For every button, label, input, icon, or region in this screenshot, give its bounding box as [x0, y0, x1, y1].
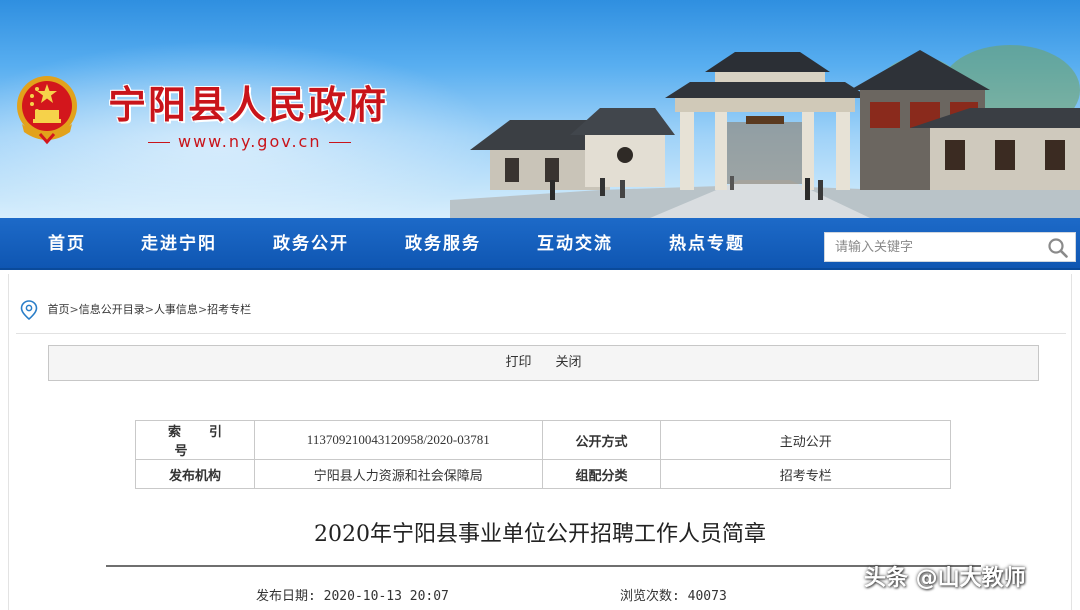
- location-pin-icon: [20, 300, 38, 320]
- close-button[interactable]: 关闭: [556, 355, 582, 370]
- breadcrumb-divider: [16, 333, 1066, 334]
- header-banner: 宁阳县人民政府 www.ny.gov.cn: [0, 0, 1080, 218]
- nav-item-gov-service[interactable]: 政务服务: [405, 218, 481, 270]
- publish-method-value: 主动公开: [660, 420, 951, 460]
- breadcrumb-personnel-info[interactable]: 人事信息: [154, 303, 198, 316]
- site-url: www.ny.gov.cn: [140, 132, 359, 151]
- meta-info-table: 索引号 113709210043120958/2020-03781 公开方式 主…: [135, 420, 951, 489]
- view-count-value: 40073: [687, 589, 727, 604]
- ancient-street-scene-image: [450, 45, 1080, 218]
- watermark: 头条 @山大教师: [864, 566, 1026, 591]
- breadcrumb-separator: >: [197, 303, 208, 316]
- publisher-label: 发布机构: [135, 459, 255, 489]
- search-icon[interactable]: [1047, 237, 1069, 259]
- title-divider: [106, 565, 981, 567]
- view-count-label: 浏览次数:: [620, 589, 680, 604]
- publish-date-info: 发布日期: 2020-10-13 20:07: [256, 585, 449, 604]
- category-label: 组配分类: [541, 459, 662, 489]
- index-value: 113709210043120958/2020-03781: [253, 420, 543, 460]
- publish-date-value: 2020-10-13 20:07: [323, 589, 449, 604]
- breadcrumb-home[interactable]: 首页: [48, 303, 70, 316]
- action-bar: 打印 关闭: [48, 345, 1039, 381]
- print-button[interactable]: 打印: [505, 355, 531, 370]
- publisher-value: 宁阳县人力资源和社会保障局: [253, 459, 543, 489]
- nav-item-topics[interactable]: 热点专题: [669, 218, 745, 270]
- site-title[interactable]: 宁阳县人民政府: [108, 74, 388, 129]
- nav-item-gov-info[interactable]: 政务公开: [273, 218, 349, 270]
- publish-date-label: 发布日期:: [256, 589, 316, 604]
- search-input[interactable]: [825, 233, 1035, 261]
- breadcrumb-separator: >: [144, 303, 154, 316]
- article-title: 2020年宁阳县事业单位公开招聘工作人员简章: [314, 522, 766, 547]
- search-box: [824, 232, 1076, 262]
- table-row: 发布机构 宁阳县人力资源和社会保障局 组配分类 招考专栏: [135, 459, 951, 489]
- national-emblem-icon: [17, 76, 77, 145]
- category-value: 招考专栏: [660, 459, 951, 489]
- breadcrumb-info-catalog[interactable]: 信息公开目录: [79, 303, 145, 316]
- table-row: 索引号 113709210043120958/2020-03781 公开方式 主…: [135, 420, 951, 460]
- breadcrumb: 首页>信息公开目录>人事信息>招考专栏: [20, 298, 251, 322]
- nav-item-interaction[interactable]: 互动交流: [537, 218, 613, 270]
- main-nav: 首页 走进宁阳 政务公开 政务服务 互动交流 热点专题: [0, 218, 1080, 270]
- index-label: 索引号: [135, 420, 255, 460]
- view-count-info: 浏览次数: 40073: [620, 585, 727, 604]
- breadcrumb-separator: >: [69, 303, 79, 316]
- breadcrumb-recruitment[interactable]: 招考专栏: [207, 303, 251, 316]
- publish-method-label: 公开方式: [541, 420, 662, 460]
- nav-item-about[interactable]: 走进宁阳: [141, 218, 217, 270]
- nav-item-home[interactable]: 首页: [48, 218, 86, 270]
